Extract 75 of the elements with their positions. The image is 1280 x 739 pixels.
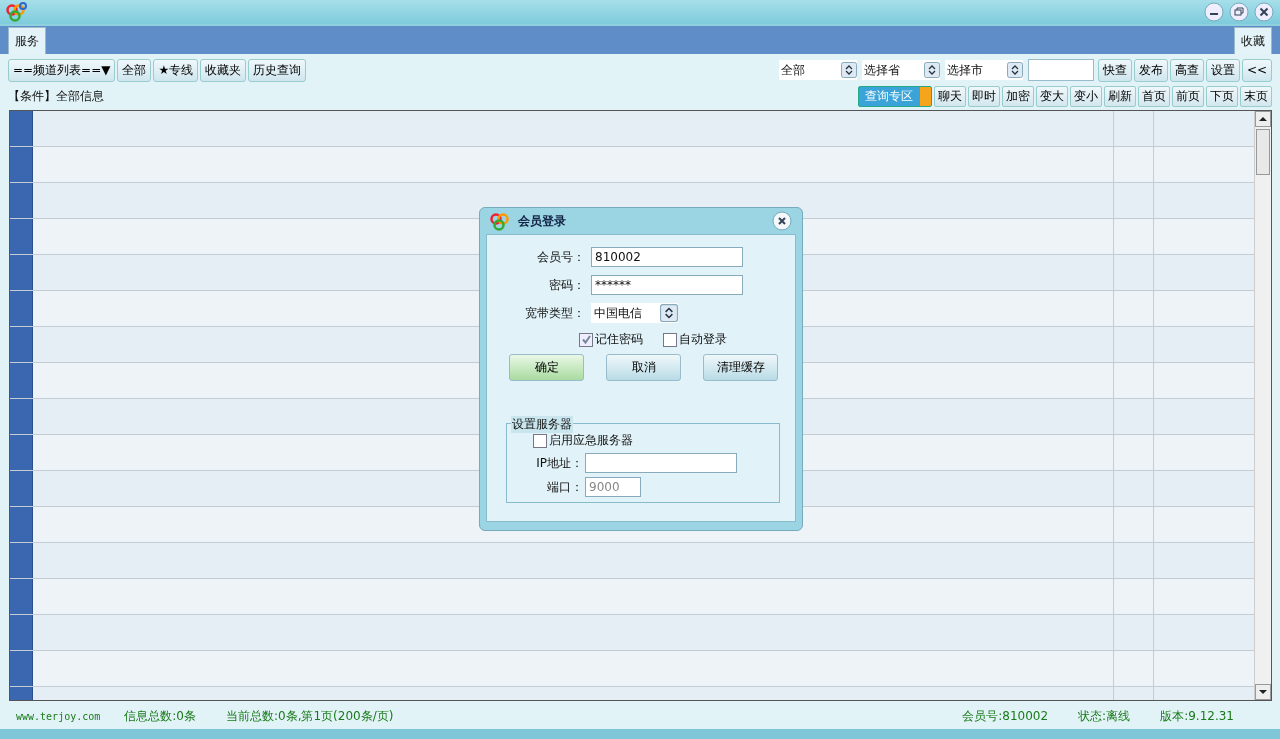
toolbar-button[interactable]: << (1241, 58, 1272, 82)
restore-icon[interactable] (1229, 2, 1249, 22)
row-header[interactable] (10, 327, 33, 362)
input-field[interactable]: 810002 (591, 247, 743, 267)
checkbox-label: 记住密码 (595, 331, 643, 348)
scroll-thumb[interactable] (1256, 129, 1270, 175)
view-button[interactable]: 变小 (1070, 85, 1102, 107)
field-label: 宽带类型： (524, 304, 586, 322)
checkbox[interactable] (533, 433, 547, 448)
toolbar-button[interactable]: 发布 (1133, 58, 1168, 82)
status-text: 会员号:810002 (962, 707, 1049, 725)
view-button[interactable]: 即时 (968, 85, 1000, 107)
website-text: www.terjoy.com (16, 710, 101, 722)
checkbox[interactable] (579, 332, 593, 347)
input-field[interactable]: ****** (591, 275, 743, 295)
scroll-down-icon[interactable] (1255, 684, 1271, 700)
toolbar-button[interactable]: ★专线 (153, 58, 199, 82)
minimize-icon[interactable] (1204, 2, 1224, 22)
field-label: 密码： (548, 276, 586, 294)
status-text: 状态:离线 (1078, 707, 1131, 725)
status-text: 版本:9.12.31 (1160, 707, 1234, 725)
row-header[interactable] (10, 651, 33, 686)
row-header[interactable] (10, 147, 33, 182)
row-header[interactable] (10, 579, 33, 614)
checkbox-label: 自动登录 (679, 331, 727, 348)
view-button[interactable]: 前页 (1172, 85, 1204, 107)
toolbar-button[interactable]: 收藏夹 (200, 58, 247, 82)
dialog-button[interactable]: 取消 (606, 354, 681, 381)
field-label: IP地址： (535, 454, 584, 472)
field-label: 会员号： (536, 248, 586, 266)
view-button[interactable]: 刷新 (1104, 85, 1136, 107)
row-header[interactable] (10, 183, 33, 218)
close-icon[interactable] (1254, 2, 1274, 22)
toolbar-button[interactable]: 全部 (117, 58, 152, 82)
scrollbar[interactable] (1254, 111, 1271, 700)
tab[interactable]: 服务 (8, 27, 46, 54)
row-header[interactable] (10, 543, 33, 578)
view-button[interactable]: 首页 (1138, 85, 1170, 107)
scroll-up-icon[interactable] (1255, 111, 1271, 127)
toolbar-button[interactable]: 高查 (1169, 58, 1204, 82)
row-header[interactable] (10, 435, 33, 470)
row-header[interactable] (10, 507, 33, 542)
dialog-title: 会员登录 (518, 212, 566, 230)
checkbox[interactable] (663, 332, 677, 347)
tab[interactable]: 收藏 (1234, 27, 1272, 54)
logo-icon (490, 211, 512, 231)
row-header[interactable] (10, 255, 33, 290)
row-header[interactable] (10, 615, 33, 650)
status-text: 当前总数:0条,第1页(200条/页) (226, 707, 394, 725)
row-header[interactable] (10, 363, 33, 398)
condition-label: 【条件】全部信息 (8, 87, 104, 105)
field-label: 端口： (546, 478, 584, 496)
row-header[interactable] (10, 111, 33, 146)
row-header[interactable] (10, 471, 33, 506)
toolbar-button[interactable]: 快查 (1097, 58, 1132, 82)
view-button[interactable]: 下页 (1206, 85, 1238, 107)
row-header[interactable] (10, 219, 33, 254)
toolbar-button[interactable]: 设置 (1205, 58, 1240, 82)
view-button[interactable]: 末页 (1240, 85, 1272, 107)
row-header[interactable] (10, 399, 33, 434)
input-field[interactable] (585, 453, 737, 473)
logo-icon (6, 2, 28, 22)
toolbar-button[interactable]: 历史查询 (248, 58, 307, 82)
dialog-button[interactable]: 确定 (509, 354, 584, 381)
view-button[interactable]: 变大 (1036, 85, 1068, 107)
toolbar-button[interactable]: ==频道列表==▼ (8, 58, 116, 82)
close-icon[interactable] (772, 211, 792, 231)
group-title: 设置服务器 (511, 416, 573, 433)
view-button[interactable]: 聊天 (934, 85, 966, 107)
search-field[interactable] (1027, 59, 1094, 81)
row-header[interactable] (10, 291, 33, 326)
checkbox-label: 启用应急服务器 (549, 432, 633, 449)
status-text: 信息总数:0条 (124, 707, 196, 725)
view-button[interactable]: 加密 (1002, 85, 1034, 107)
dialog-button[interactable]: 清理缓存 (703, 354, 778, 381)
